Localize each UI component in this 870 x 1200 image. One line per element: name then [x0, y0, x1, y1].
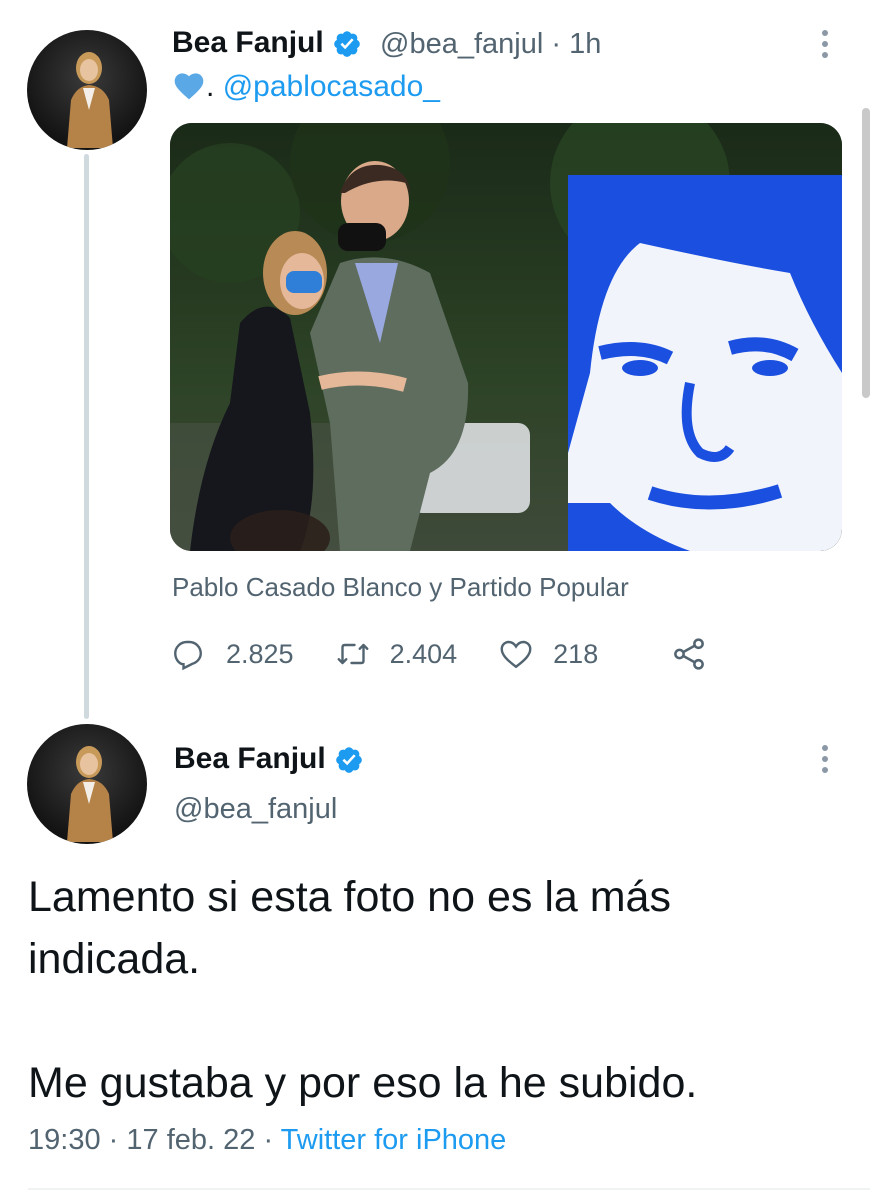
blue-heart-icon [174, 73, 204, 100]
tweet-text-prefix: . [206, 70, 215, 103]
reply-icon [174, 640, 202, 671]
more-options-icon[interactable] [822, 30, 830, 63]
retweet-icon [337, 643, 369, 665]
handle[interactable]: @bea_fanjul [174, 793, 337, 826]
handle[interactable]: @bea_fanjul [380, 28, 543, 60]
display-name-text[interactable]: Bea Fanjul [174, 742, 326, 775]
separator: · [108, 1124, 119, 1156]
share-icon [674, 638, 705, 670]
divider [28, 1188, 870, 1190]
profile-photo [67, 746, 113, 842]
display-name[interactable]: Bea Fanjul [172, 26, 362, 60]
retweet-count: 2.404 [389, 638, 458, 669]
display-name[interactable]: Bea Fanjul [174, 742, 364, 776]
scrollbar[interactable] [862, 108, 870, 398]
source-link[interactable]: Twitter for iPhone [281, 1124, 507, 1156]
verified-badge-icon [336, 747, 362, 773]
tweet-time[interactable]: 19:30 [28, 1124, 101, 1156]
reply-button[interactable]: 2.825 [170, 636, 294, 672]
tweet-actions: 2.825 2.404 218 [170, 632, 708, 676]
display-name-text[interactable]: Bea Fanjul [172, 26, 324, 59]
tweet-meta: @bea_fanjul · 1h [380, 28, 601, 61]
tweet-photo[interactable] [170, 123, 842, 551]
separator: · [263, 1124, 274, 1156]
avatar[interactable] [27, 30, 147, 150]
like-icon [500, 640, 532, 669]
tweet-text-line: Me gustaba y por eso la he subido. [28, 1059, 698, 1107]
media-caption[interactable]: Pablo Casado Blanco y Partido Popular [172, 572, 629, 603]
thread-line [84, 154, 89, 719]
tweet-text: Lamento si esta foto no es la más indica… [28, 866, 848, 1114]
retweet-button[interactable]: 2.404 [334, 636, 458, 672]
like-count: 218 [553, 638, 599, 669]
tweet-timestamp-line: 19:30 · 17 feb. 22 · Twitter for iPhone [28, 1124, 506, 1157]
profile-photo [67, 52, 113, 148]
photo-content [170, 123, 842, 551]
tweet-text: . @pablocasado_ [172, 70, 440, 104]
avatar[interactable] [27, 724, 147, 844]
separator: · [551, 28, 562, 60]
more-options-icon[interactable] [822, 745, 830, 778]
mention-link[interactable]: @pablocasado_ [223, 70, 440, 103]
like-button[interactable]: 218 [497, 636, 598, 672]
verified-badge-icon [334, 31, 360, 57]
tweet-text-line: Lamento si esta foto no es la más indica… [28, 873, 671, 983]
tweet-date[interactable]: 17 feb. 22 [126, 1124, 255, 1156]
share-button[interactable] [670, 635, 708, 673]
reply-count: 2.825 [226, 638, 294, 669]
timestamp[interactable]: 1h [569, 28, 601, 60]
